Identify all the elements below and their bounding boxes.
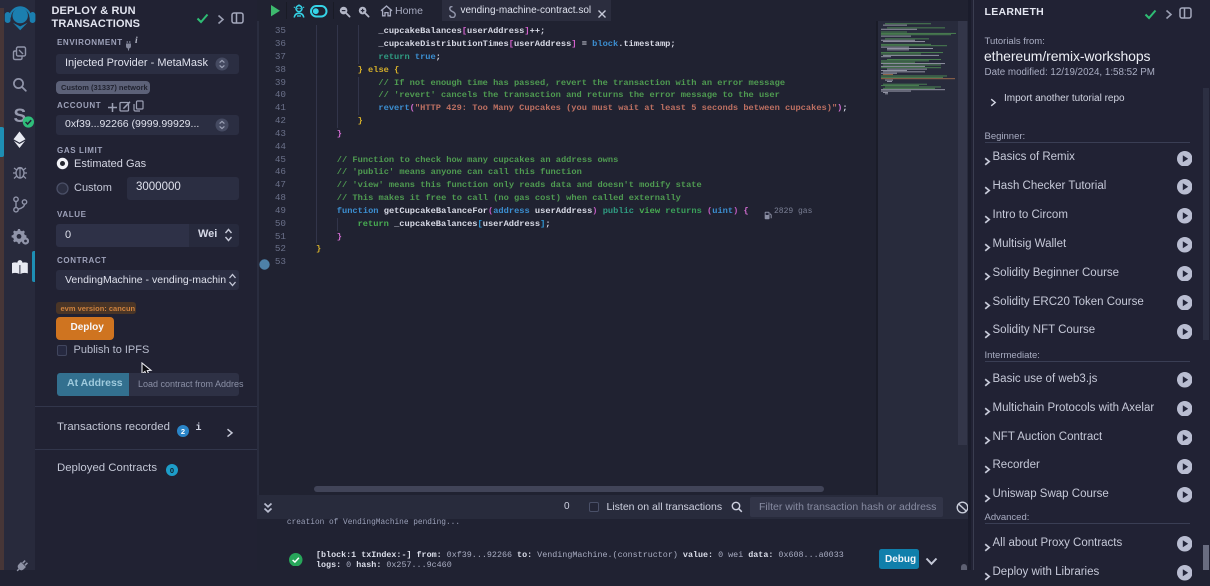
svg-text:2: 2 — [181, 427, 185, 436]
svg-text:0: 0 — [170, 466, 174, 475]
